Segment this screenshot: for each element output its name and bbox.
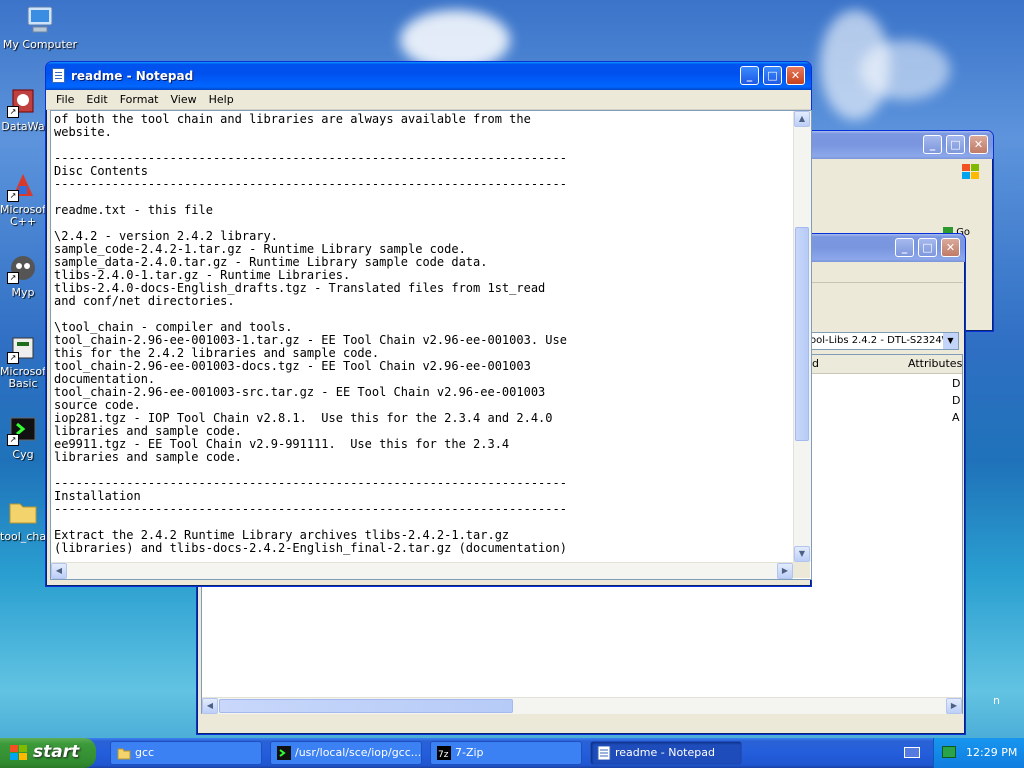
- notepad-icon: [52, 68, 65, 83]
- folder-icon: [7, 496, 39, 528]
- task-label: gcc: [135, 746, 155, 759]
- horizontal-scroll-thumb[interactable]: [219, 699, 513, 713]
- keyboard-icon[interactable]: [904, 747, 920, 758]
- task-label: 7-Zip: [455, 746, 484, 759]
- shortcut-arrow-icon: ↗: [7, 106, 19, 118]
- attribute-cell: D: [952, 394, 961, 407]
- vertical-scrollbar[interactable]: ▲ ▼: [793, 111, 811, 562]
- shortcut-arrow-icon: ↗: [7, 434, 19, 446]
- maximize-button[interactable]: □: [763, 66, 782, 85]
- scroll-left-button[interactable]: ◀: [51, 563, 67, 579]
- clock[interactable]: 12:29 PM: [966, 746, 1017, 759]
- taskbar: start gcc /usr/local/sce/iop/gcc... 7z 7…: [0, 738, 1024, 768]
- desktop-icon-my-computer[interactable]: My Computer: [0, 4, 80, 51]
- desktop-icon-myp[interactable]: ↗ Myp: [0, 252, 46, 299]
- desktop-icon-label: Microsoft C++: [0, 203, 46, 228]
- chevron-down-icon[interactable]: ▼: [943, 333, 958, 349]
- column-header-attributes[interactable]: Attributes: [908, 357, 962, 370]
- scroll-down-button[interactable]: ▼: [794, 546, 810, 562]
- desktop-icon-label: DataWa: [1, 120, 45, 133]
- start-label: start: [33, 742, 80, 762]
- desktop-icon-datawa[interactable]: ↗ DataWa: [0, 86, 46, 133]
- minimize-button[interactable]: _: [740, 66, 759, 85]
- system-tray: 12:29 PM: [933, 738, 1024, 768]
- desktop-icon-microsoft-basic[interactable]: ↗ Microsoft Basic: [0, 332, 46, 390]
- window-title: readme - Notepad: [71, 69, 194, 83]
- column-header-partial[interactable]: d: [812, 357, 819, 370]
- folder-icon: [117, 746, 131, 760]
- shortcut-arrow-icon: ↗: [7, 272, 19, 284]
- app-icon: ↗: [7, 170, 39, 202]
- scrollbar-corner: [793, 562, 810, 578]
- cloud: [860, 40, 950, 100]
- close-button[interactable]: ✕: [969, 135, 988, 154]
- taskbar-item-gcc[interactable]: gcc: [110, 741, 262, 765]
- notepad-window[interactable]: readme - Notepad _ □ ✕ File Edit Format …: [45, 61, 812, 587]
- desktop-icon-microsoft-cpp[interactable]: ↗ Microsoft C++: [0, 170, 46, 228]
- minimize-button[interactable]: _: [895, 238, 914, 257]
- menu-format[interactable]: Format: [114, 93, 165, 106]
- desktop-icon-label: Myp: [11, 286, 35, 299]
- taskbar-item-terminal[interactable]: /usr/local/sce/iop/gcc...: [270, 741, 422, 765]
- desktop-icon-cyg[interactable]: ↗ Cyg: [0, 414, 46, 461]
- scroll-right-button[interactable]: ▶: [946, 698, 962, 714]
- notepad-menubar: File Edit Format View Help: [46, 90, 811, 110]
- vertical-scroll-thumb[interactable]: [795, 227, 809, 441]
- edge-text: n: [993, 694, 1000, 707]
- task-label: readme - Notepad: [615, 746, 715, 759]
- path-combobox[interactable]: ool-Libs 2.4.2 - DTL-S2324\ ▼: [807, 332, 959, 350]
- attribute-cell: D: [952, 377, 961, 390]
- computer-icon: [24, 4, 56, 36]
- start-button[interactable]: start: [0, 738, 96, 768]
- windows-flag-icon: [10, 745, 28, 766]
- desktop-icon-label: tool_cha: [0, 530, 46, 543]
- network-icon[interactable]: [942, 746, 956, 758]
- close-button[interactable]: ✕: [786, 66, 805, 85]
- horizontal-scrollbar[interactable]: ◀ ▶: [202, 697, 962, 714]
- app-icon: ↗: [7, 252, 39, 284]
- menu-help[interactable]: Help: [203, 93, 240, 106]
- desktop-icon-label: Microsoft Basic: [0, 365, 46, 390]
- svg-text:7z: 7z: [438, 750, 449, 760]
- terminal-icon: ↗: [7, 414, 39, 446]
- maximize-button[interactable]: □: [918, 238, 937, 257]
- explorer-titlebar[interactable]: _ □ ✕: [797, 131, 993, 159]
- shortcut-arrow-icon: ↗: [7, 352, 19, 364]
- scroll-up-button[interactable]: ▲: [794, 111, 810, 127]
- taskbar-item-notepad[interactable]: readme - Notepad: [590, 741, 742, 765]
- attribute-cell: A: [952, 411, 960, 424]
- terminal-icon: [277, 746, 291, 760]
- taskbar-item-7zip[interactable]: 7z 7-Zip: [430, 741, 582, 765]
- menu-file[interactable]: File: [50, 93, 80, 106]
- minimize-button[interactable]: _: [923, 135, 942, 154]
- path-value: ool-Libs 2.4.2 - DTL-S2324\: [810, 335, 946, 346]
- shortcut-arrow-icon: ↗: [7, 190, 19, 202]
- notepad-text-area[interactable]: of both the tool chain and libraries are…: [50, 110, 812, 580]
- task-label: /usr/local/sce/iop/gcc...: [295, 746, 422, 759]
- close-button[interactable]: ✕: [941, 238, 960, 257]
- document-text[interactable]: of both the tool chain and libraries are…: [51, 111, 811, 557]
- app-icon: ↗: [7, 86, 39, 118]
- app-icon: ↗: [7, 332, 39, 364]
- menu-edit[interactable]: Edit: [80, 93, 113, 106]
- 7zip-icon: 7z: [437, 746, 451, 760]
- scroll-left-button[interactable]: ◀: [202, 698, 218, 714]
- desktop-icon-label: My Computer: [2, 38, 78, 51]
- menu-view[interactable]: View: [165, 93, 203, 106]
- horizontal-scrollbar[interactable]: ◀ ▶: [51, 562, 793, 579]
- scroll-right-button[interactable]: ▶: [777, 563, 793, 579]
- notepad-titlebar[interactable]: readme - Notepad _ □ ✕: [46, 62, 811, 90]
- windows-logo-icon: [961, 163, 981, 184]
- notepad-icon: [597, 745, 611, 761]
- desktop-icon-label: Cyg: [12, 448, 34, 461]
- maximize-button[interactable]: □: [946, 135, 965, 154]
- desktop-icon-tool-chain[interactable]: tool_cha: [0, 496, 46, 543]
